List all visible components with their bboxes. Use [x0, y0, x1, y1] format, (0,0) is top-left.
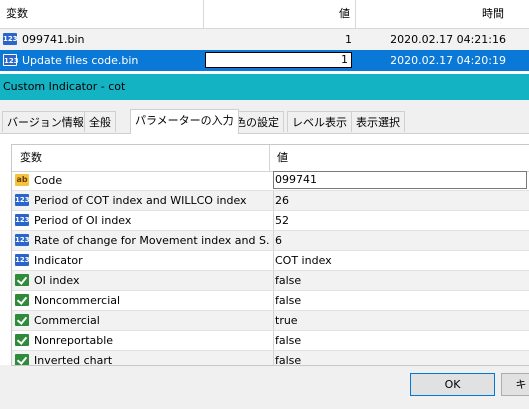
parameter-name: Commercial	[34, 314, 100, 327]
row-time: 2020.02.17 04:20:19	[390, 54, 506, 67]
parameter-row[interactable]: Noncommercial false	[12, 291, 529, 311]
value-edit-box[interactable]: 1	[205, 52, 352, 68]
parameter-value[interactable]: false	[273, 271, 301, 290]
string-type-icon: ab	[15, 174, 29, 186]
parameter-row[interactable]: OI index false	[12, 271, 529, 291]
number-type-icon: 123	[15, 194, 30, 206]
parameters-grid: 変数 値 ab Code 099741 123 Period of COT in…	[11, 144, 529, 366]
cancel-button[interactable]: キ	[501, 373, 529, 396]
parameter-row[interactable]: 123 Period of COT index and WILLCO index…	[12, 191, 529, 211]
number-type-icon: 123	[15, 214, 30, 226]
table-row[interactable]: 123 099741.bin 1 2020.02.17 04:21:16	[0, 29, 529, 50]
parameter-row[interactable]: 123 Rate of change for Movement index an…	[12, 231, 529, 251]
tab-levels[interactable]: レベル表示	[287, 111, 352, 132]
number-type-icon: 123	[3, 54, 19, 66]
parameter-row[interactable]: Nonreportable false	[12, 331, 529, 351]
number-type-icon: 123	[15, 234, 30, 246]
parameter-name: Nonreportable	[34, 334, 114, 347]
parameter-row-code[interactable]: ab Code 099741	[12, 171, 529, 191]
custom-indicator-dialog: Custom Indicator - cot バージョン情報 全般 パラメーター…	[0, 74, 529, 409]
table-header: 変数 値 時間	[0, 0, 529, 29]
parameter-value[interactable]: COT index	[273, 251, 332, 270]
parameter-row[interactable]: Inverted chart false	[12, 351, 529, 366]
row-name: 099741.bin	[22, 33, 85, 46]
file-variables-table: 変数 値 時間 123 099741.bin 1 2020.02.17 04:2…	[0, 0, 529, 74]
parameter-row[interactable]: Commercial true	[12, 311, 529, 331]
number-type-icon: 123	[15, 254, 30, 266]
tab-bar: バージョン情報 全般 パラメーターの入力 色の設定 レベル表示 表示選択	[0, 109, 529, 134]
parameter-name: Code	[34, 174, 63, 187]
tab-input-parameters[interactable]: パラメーターの入力	[130, 109, 239, 134]
tab-visualization[interactable]: 表示選択	[351, 111, 405, 132]
header-value[interactable]: 値	[204, 0, 356, 28]
parameter-value[interactable]: 26	[273, 191, 289, 210]
parameter-value[interactable]: true	[273, 311, 298, 330]
header-variable[interactable]: 変数	[0, 0, 204, 28]
parameter-value[interactable]: false	[273, 291, 301, 310]
number-type-icon: 123	[3, 33, 18, 45]
parameter-name: Indicator	[34, 254, 83, 267]
code-value-input[interactable]: 099741	[273, 171, 527, 189]
ok-button[interactable]: OK	[410, 373, 495, 396]
boolean-type-icon	[15, 274, 29, 286]
grid-header-value[interactable]: 値	[273, 145, 288, 171]
dialog-titlebar[interactable]: Custom Indicator - cot	[0, 74, 529, 100]
parameter-name: Period of OI index	[34, 214, 132, 227]
parameter-name: Noncommercial	[34, 294, 121, 307]
parameter-value[interactable]: false	[273, 331, 301, 350]
boolean-type-icon	[15, 334, 29, 346]
tab-general[interactable]: 全般	[84, 111, 116, 132]
parameter-name: OI index	[34, 274, 80, 287]
parameter-value[interactable]: 6	[273, 231, 282, 250]
table-row-selected[interactable]: 123 Update files code.bin 1 2020.02.17 0…	[0, 50, 529, 71]
parameter-value[interactable]: 52	[273, 211, 289, 230]
parameter-row[interactable]: 123 Period of OI index 52	[12, 211, 529, 231]
header-time[interactable]: 時間	[356, 0, 529, 28]
row-value: 1	[345, 33, 352, 46]
tab-version-info[interactable]: バージョン情報	[2, 111, 89, 132]
boolean-type-icon	[15, 354, 29, 365]
parameter-name: Period of COT index and WILLCO index	[34, 194, 247, 207]
parameter-row[interactable]: 123 Indicator COT index	[12, 251, 529, 271]
dialog-title: Custom Indicator - cot	[3, 80, 126, 93]
parameter-name: Inverted chart	[34, 354, 113, 366]
parameter-value[interactable]: false	[273, 351, 301, 365]
parameter-name: Rate of change for Movement index and S.…	[34, 234, 270, 247]
grid-header: 変数 値	[12, 145, 529, 172]
grid-header-variable[interactable]: 変数	[12, 145, 270, 171]
boolean-type-icon	[15, 294, 29, 306]
boolean-type-icon	[15, 314, 29, 326]
row-name: Update files code.bin	[22, 54, 139, 67]
row-time: 2020.02.17 04:21:16	[390, 33, 506, 46]
